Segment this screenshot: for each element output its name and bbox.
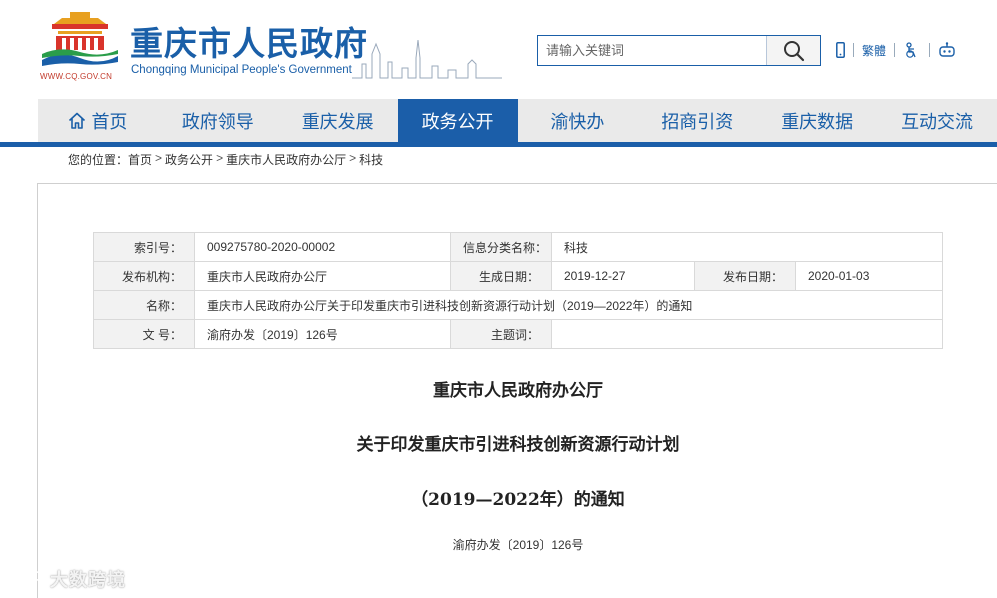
index-label: 索引号： (93, 232, 195, 262)
search-icon (783, 40, 804, 61)
document-number: 渝府办发〔2019〕126号 (452, 538, 584, 552)
watermark-text: 大数跨境 (50, 570, 126, 590)
site-url: WWW.CQ.GOV.CN (40, 72, 113, 81)
keywords-value (550, 319, 944, 349)
breadcrumb: 您的位置： 首页 > 政务公开 > 重庆市人民政府办公厅 > 科技 (68, 151, 383, 168)
traditional-chinese-toggle[interactable]: 繁體 (862, 42, 886, 59)
document-info-table: 索引号： 009275780-2020-00002 信息分类名称： 科技 发布机… (93, 232, 944, 349)
name-label: 名称： (93, 290, 195, 320)
doc-number-value: 渝府办发〔2019〕126号 (194, 319, 451, 349)
main-nav: 首页 政府领导 重庆发展 政务公开 渝快办 招商引资 重庆数据 互动交流 (38, 99, 997, 142)
nav-item-development[interactable]: 重庆发展 (278, 99, 398, 142)
table-row: 发布机构： 重庆市人民政府办公厅 生成日期： 2019-12-27 发布日期： … (93, 261, 944, 291)
site-header: WWW.CQ.GOV.CN 重庆市人民政府 Chongqing Municipa… (0, 0, 997, 98)
nav-label: 互动交流 (901, 111, 974, 132)
breadcrumb-prefix: 您的位置： (68, 153, 129, 167)
nav-label: 政务公开 (421, 111, 494, 132)
city-skyline-icon (352, 39, 502, 79)
nav-item-yukuaiban[interactable]: 渝快办 (518, 99, 638, 142)
document-title-line-2: 关于印发重庆市引进科技创新资源行动计划 (356, 435, 680, 455)
header-tools: 繁體 (836, 40, 956, 60)
site-title[interactable]: 重庆市人民政府 (130, 26, 368, 62)
site-subtitle: Chongqing Municipal People's Government (131, 64, 352, 76)
nav-item-home[interactable]: 首页 (38, 99, 158, 142)
created-date-label: 生成日期： (450, 261, 552, 291)
breadcrumb-separator: > (216, 151, 224, 165)
breadcrumb-link-general-office[interactable]: 重庆市人民政府办公厅 (226, 151, 346, 168)
document-title-line-1: 重庆市人民政府办公厅 (433, 381, 603, 401)
breadcrumb-link-home[interactable]: 首页 (128, 151, 152, 168)
watermark-logo-icon (9, 571, 42, 587)
breadcrumb-link-technology[interactable]: 科技 (359, 151, 383, 168)
nav-item-interaction[interactable]: 互动交流 (877, 99, 997, 142)
nav-label: 渝快办 (550, 111, 605, 132)
robot-icon[interactable] (938, 42, 956, 58)
category-label: 信息分类名称： (450, 232, 552, 262)
watermark: 大数跨境 (8, 566, 126, 592)
published-date-value: 2020-01-03 (794, 261, 944, 291)
index-value: 009275780-2020-00002 (194, 232, 451, 262)
table-row: 索引号： 009275780-2020-00002 信息分类名称： 科技 (93, 232, 944, 262)
breadcrumb-separator: > (349, 151, 357, 165)
mobile-icon[interactable] (836, 42, 845, 58)
nav-label: 重庆发展 (301, 111, 374, 132)
created-date-value: 2019-12-27 (551, 261, 695, 291)
search-box (537, 35, 821, 66)
nav-item-investment[interactable]: 招商引资 (637, 99, 757, 142)
nav-label: 招商引资 (661, 111, 734, 132)
table-row: 文 号： 渝府办发〔2019〕126号 主题词： (93, 319, 944, 349)
tiananmen-emblem-icon[interactable] (40, 10, 120, 72)
search-button[interactable] (766, 36, 820, 65)
divider (894, 43, 896, 57)
nav-item-government-affairs[interactable]: 政务公开 (397, 99, 518, 142)
doc-number-label: 文 号： (93, 319, 195, 349)
accessibility-icon[interactable] (903, 42, 921, 58)
keywords-label: 主题词： (450, 319, 552, 349)
category-value: 科技 (550, 232, 944, 262)
divider (929, 43, 931, 57)
breadcrumb-link-government-affairs[interactable]: 政务公开 (165, 151, 213, 168)
nav-item-data[interactable]: 重庆数据 (757, 99, 877, 142)
nav-item-leaders[interactable]: 政府领导 (158, 99, 278, 142)
divider (853, 43, 854, 57)
article-container: 索引号： 009275780-2020-00002 信息分类名称： 科技 发布机… (37, 183, 997, 598)
breadcrumb-separator: > (155, 151, 163, 165)
publisher-value: 重庆市人民政府办公厅 (194, 261, 451, 291)
home-icon (68, 112, 86, 129)
nav-label: 重庆数据 (781, 111, 854, 132)
nav-label: 首页 (91, 111, 128, 132)
document-title-line-3: （2019—2022年）的通知 (411, 490, 625, 510)
search-input[interactable] (538, 36, 766, 65)
nav-label: 政府领导 (181, 111, 254, 132)
table-row: 名称： 重庆市人民政府办公厅关于印发重庆市引进科技创新资源行动计划（2019—2… (93, 290, 944, 320)
nav-underline (0, 142, 997, 147)
publisher-label: 发布机构： (93, 261, 195, 291)
name-value: 重庆市人民政府办公厅关于印发重庆市引进科技创新资源行动计划（2019—2022年… (193, 290, 944, 320)
published-date-label: 发布日期： (694, 261, 796, 291)
